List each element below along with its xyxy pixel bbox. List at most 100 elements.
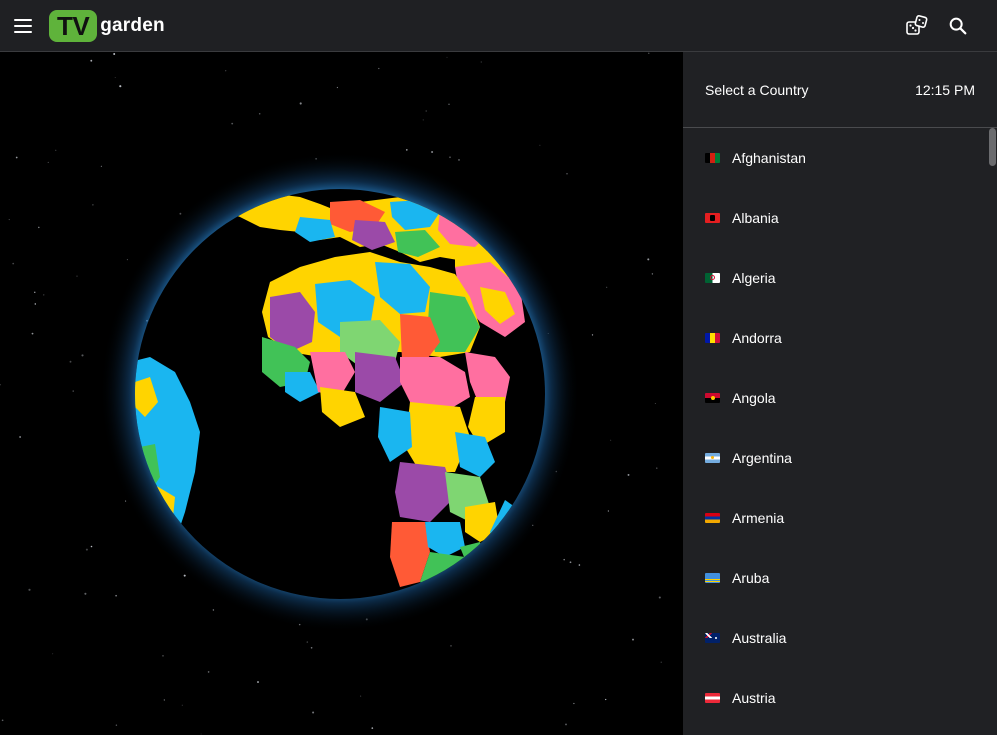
star bbox=[225, 70, 227, 72]
star bbox=[115, 724, 118, 726]
star bbox=[115, 594, 117, 597]
star bbox=[69, 360, 72, 363]
country-item-argentina[interactable]: Argentina bbox=[683, 428, 989, 488]
country-item-andorra[interactable]: Andorra bbox=[683, 308, 989, 368]
panel-header: Select a Country 12:15 PM bbox=[683, 52, 997, 128]
star bbox=[1, 719, 4, 722]
country-name: Austria bbox=[732, 690, 776, 706]
scroll-thumb[interactable] bbox=[989, 128, 996, 166]
star bbox=[480, 61, 482, 63]
globe-canvas[interactable] bbox=[0, 52, 683, 735]
scrollbar[interactable] bbox=[989, 128, 997, 735]
star bbox=[181, 704, 183, 706]
star bbox=[126, 259, 128, 261]
star bbox=[47, 161, 49, 163]
star bbox=[19, 436, 21, 438]
star bbox=[38, 226, 40, 229]
star bbox=[647, 258, 650, 261]
star bbox=[569, 561, 572, 564]
logo[interactable]: TV garden bbox=[49, 10, 165, 42]
star bbox=[92, 204, 94, 206]
star bbox=[207, 671, 210, 673]
country-panel: Select a Country 12:15 PM Afghanistan Al… bbox=[683, 52, 997, 735]
star bbox=[607, 510, 610, 512]
star bbox=[405, 149, 408, 151]
star bbox=[15, 156, 18, 159]
country-name: Afghanistan bbox=[732, 150, 806, 166]
country-item-angola[interactable]: Angola bbox=[683, 368, 989, 428]
country-name: Angola bbox=[732, 390, 776, 406]
country-item-austria[interactable]: Austria bbox=[683, 668, 989, 728]
star bbox=[654, 402, 656, 404]
star bbox=[8, 219, 10, 221]
star bbox=[114, 77, 116, 78]
star bbox=[299, 102, 302, 105]
star bbox=[55, 149, 57, 151]
star bbox=[610, 439, 612, 441]
star bbox=[431, 150, 434, 154]
star bbox=[28, 588, 31, 591]
star bbox=[90, 59, 93, 62]
flag-algeria-icon bbox=[705, 273, 720, 283]
star bbox=[360, 695, 362, 697]
country-name: Algeria bbox=[732, 270, 776, 286]
flag-aruba-icon bbox=[705, 573, 720, 583]
country-name: Albania bbox=[732, 210, 779, 226]
logo-garden: garden bbox=[100, 15, 165, 36]
star bbox=[563, 558, 565, 561]
flag-angola-icon bbox=[705, 393, 720, 403]
star bbox=[565, 723, 567, 726]
star bbox=[651, 273, 654, 275]
top-bar: TV garden bbox=[0, 0, 997, 52]
star bbox=[632, 638, 634, 641]
star bbox=[119, 85, 122, 88]
star bbox=[371, 727, 374, 729]
star bbox=[458, 159, 460, 161]
star bbox=[34, 303, 37, 305]
star bbox=[606, 286, 608, 288]
country-name: Argentina bbox=[732, 450, 792, 466]
search-icon[interactable] bbox=[945, 13, 971, 39]
flag-afghanistan-icon bbox=[705, 153, 720, 163]
star bbox=[422, 119, 424, 121]
country-item-armenia[interactable]: Armenia bbox=[683, 488, 989, 548]
star bbox=[656, 467, 658, 469]
star bbox=[627, 473, 630, 476]
dice-icon[interactable] bbox=[904, 13, 930, 39]
flag-argentina-icon bbox=[705, 453, 720, 463]
country-item-aruba[interactable]: Aruba bbox=[683, 548, 989, 608]
star bbox=[231, 122, 234, 125]
flag-albania-icon bbox=[705, 213, 720, 223]
country-item-afghanistan[interactable]: Afghanistan bbox=[683, 128, 989, 188]
star bbox=[43, 294, 45, 296]
flag-australia-icon bbox=[705, 633, 720, 643]
star bbox=[85, 548, 88, 551]
star bbox=[591, 334, 594, 336]
star bbox=[81, 354, 84, 357]
star bbox=[566, 173, 568, 175]
star bbox=[450, 645, 452, 647]
globe-viewport[interactable] bbox=[0, 52, 683, 735]
star bbox=[12, 262, 15, 265]
star bbox=[425, 110, 427, 112]
star bbox=[539, 144, 541, 146]
star bbox=[306, 641, 309, 643]
star bbox=[52, 653, 54, 655]
star bbox=[448, 103, 450, 106]
country-item-algeria[interactable]: Algeria bbox=[683, 248, 989, 308]
star bbox=[578, 564, 581, 566]
star bbox=[90, 545, 93, 548]
star bbox=[573, 702, 575, 705]
country-item-australia[interactable]: Australia bbox=[683, 608, 989, 668]
panel-title: Select a Country bbox=[705, 82, 809, 98]
country-list: Afghanistan Albania Algeria Andorra Ango… bbox=[683, 128, 989, 728]
star bbox=[34, 291, 36, 293]
country-item-albania[interactable]: Albania bbox=[683, 188, 989, 248]
star bbox=[0, 383, 1, 386]
hamburger-menu-icon[interactable] bbox=[8, 12, 38, 40]
flag-austria-icon bbox=[705, 693, 720, 703]
star bbox=[446, 56, 448, 58]
star bbox=[212, 609, 215, 611]
tv-garden-app: TV garden Select a Country 12:15 PM Afgh… bbox=[0, 0, 997, 735]
clock-time: 12:15 PM bbox=[915, 82, 975, 98]
